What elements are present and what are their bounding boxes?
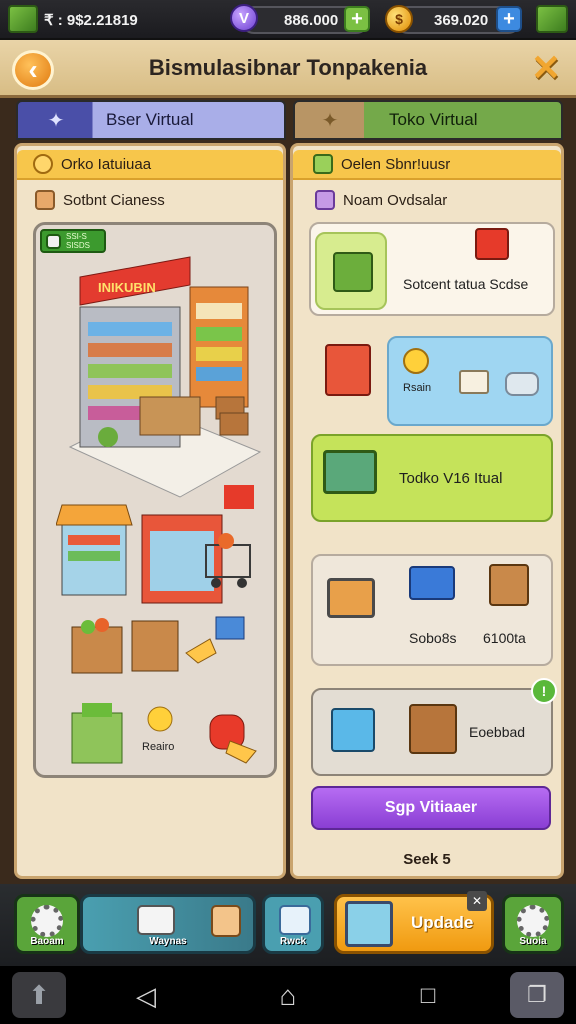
toolbar-button-1[interactable]: Baoam [14,894,80,954]
add-coins-button[interactable]: + [496,6,522,32]
nav-back-button[interactable]: ◁ [126,980,166,1012]
package-icon [137,905,175,935]
cash-display: ₹ : 9$2.21819 [44,6,164,34]
toolbar-button-3[interactable]: Rwck [262,894,324,954]
product-card-1[interactable]: Sotcent tatua Scdse [309,222,555,316]
up-arrow-button[interactable]: ⬆ [12,972,66,1018]
window-icon: ❐ [527,982,547,1007]
product-card-4[interactable]: Sobo8s 6100ta [311,554,553,666]
wooden-crate-icon [409,704,457,754]
gems-value: 886.000 [284,11,339,29]
status-bar: ₹ : 9$2.21819 886.000 V + 369.020 $ + [0,0,576,40]
right-panel: Oelen Sbnr!uusr Noam Ovdsalar Sotcent ta… [290,143,564,879]
product-card-3[interactable]: Todko V16 Itual [311,434,553,522]
tab-toko-virtual[interactable]: ✦ Toko Virtual [293,100,563,140]
product-stack-icon [409,566,455,600]
back-button[interactable]: ‹ [12,50,54,90]
toolbar-button-5[interactable]: Suoia [502,894,564,954]
home-icon: ⌂ [279,980,297,1011]
cash-icon [8,5,38,33]
overlay-app-button[interactable]: ❐ [510,972,564,1018]
badge-small-icon [315,190,335,210]
check-small-icon [313,154,333,174]
page-title: Bismulasibnar Tonpakenia [148,55,428,80]
box-small-icon [35,190,55,210]
recents-icon: □ [420,982,436,1009]
scanner-icon [279,905,311,935]
left-sub-label: Sotbnt Cianess [35,190,165,210]
gear-icon [31,905,63,937]
info-badge-icon[interactable]: ! [531,678,557,704]
add-gems-button[interactable]: + [344,6,370,32]
cash-value: ₹ : 9$2.21819 [44,12,138,29]
basket-icon [475,228,509,260]
bottle-icon [505,372,539,396]
boxes-row-illustration [71,616,245,674]
grocery-bag-icon [315,232,387,310]
bottom-items-illustration [71,703,257,764]
bread-icon [211,905,241,937]
purchase-button[interactable]: Sgp Vitiaaer [311,786,551,830]
coin-icon: $ [385,5,413,33]
full-cart-icon [327,578,375,618]
gem-icon: V [230,4,258,32]
food-box-icon [459,370,489,394]
nav-home-button[interactable]: ⌂ [268,980,308,1012]
store-preview[interactable]: SSI-S SISDS INIKUBIN Reairo [33,222,277,778]
chevron-left-icon: ‹ [28,54,38,85]
shelf-banner-text: INIKUBIN [98,280,156,295]
open-box-icon [489,564,529,606]
sun-badge-icon [403,348,429,374]
close-button[interactable]: ✕ [526,47,566,88]
toolbar-button-2[interactable]: Waynas [80,894,256,954]
close-small-icon[interactable]: ✕ [467,891,487,911]
bottom-toolbar: Baoam Waynas Rwck Updade ✕ Suoia [0,884,576,966]
tab-bser-virtual[interactable]: ✦ Bser Virtual [16,100,286,140]
star-icon: ✦ [321,109,339,132]
update-button[interactable]: Updade ✕ [334,891,494,954]
product-card-2[interactable]: Rsain [387,336,553,426]
shopping-cart-icon [323,450,377,494]
seek-label: Seek 5 [403,851,451,868]
coin-small-icon [33,154,53,174]
product-card-5[interactable]: Eoebbad ! [311,678,557,776]
red-box-icon [325,344,371,396]
mini-shop-illustration [56,485,254,604]
tab-label: Bser Virtual [106,110,194,129]
back-triangle-icon: ◁ [136,980,156,1011]
left-panel-header: Orko Iatuiuaa [17,150,283,180]
shop-cash-icon[interactable] [536,5,568,33]
close-icon: ✕ [530,47,562,88]
tab-label: Toko Virtual [389,110,478,129]
coins-value: 369.020 [434,11,489,29]
system-nav-bar: ⬆ ◁ ⌂ □ ❐ [0,966,576,1024]
item-label: Reairo [142,741,175,753]
blue-crate-icon [331,708,375,752]
nav-recents-button[interactable]: □ [408,980,448,1012]
right-panel-header: Oelen Sbnr!uusr [293,150,561,180]
title-header: ‹ Bismulasibnar Tonpakenia ✕ [0,40,576,98]
left-panel: Orko Iatuiuaa Sotbnt Cianess SSI-S SISDS… [14,143,286,879]
supermarket-illustration: INIKUBIN [68,256,262,498]
cart-update-icon [345,901,393,947]
arrow-up-icon: ⬆ [28,979,50,1010]
settings-gear-icon [517,905,549,937]
handshake-icon: ✦ [47,109,65,132]
right-sub-label: Noam Ovdsalar [315,190,447,210]
